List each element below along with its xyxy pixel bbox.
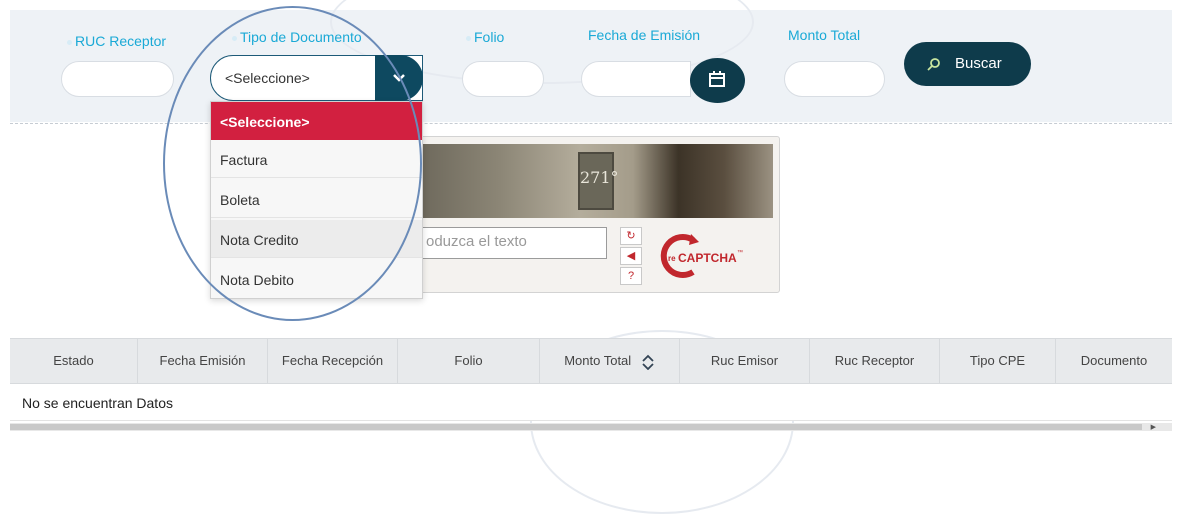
folio-input[interactable]	[462, 61, 544, 97]
table-header: Estado Fecha Emisión Fecha Recepción Fol…	[10, 338, 1172, 384]
option-seleccione[interactable]: <Seleccione>	[211, 102, 422, 140]
sort-icon	[642, 354, 654, 370]
column-documento[interactable]: Documento	[1056, 339, 1172, 383]
svg-text:™: ™	[737, 249, 743, 256]
chevron-down-icon	[393, 74, 405, 82]
divider	[10, 123, 1172, 124]
scroll-right-icon[interactable]: ▶	[1151, 423, 1156, 431]
tipo-documento-select[interactable]: <Seleccione>	[210, 55, 423, 101]
empty-message: No se encuentran Datos	[22, 395, 173, 411]
captcha-image-text: 271°	[578, 152, 619, 210]
help-icon: ?	[627, 270, 635, 282]
help-button[interactable]: ?	[620, 267, 642, 285]
column-monto-total[interactable]: Monto Total	[540, 339, 680, 383]
captcha-image: 271°	[423, 144, 773, 218]
column-ruc-emisor[interactable]: Ruc Emisor	[680, 339, 810, 383]
monto-total-input[interactable]	[784, 61, 885, 97]
option-nota-debito[interactable]: Nota Debito	[211, 260, 422, 298]
scrollbar-thumb[interactable]	[10, 424, 1142, 430]
dropdown-toggle-button[interactable]	[375, 55, 423, 101]
column-fecha-emision[interactable]: Fecha Emisión	[138, 339, 268, 383]
captcha-placeholder: oduzca el texto	[426, 233, 527, 250]
refresh-icon: ↻	[626, 230, 636, 242]
fecha-emision-input[interactable]	[581, 61, 691, 97]
search-icon	[927, 58, 940, 71]
audio-icon: ◀	[626, 250, 636, 262]
calendar-button[interactable]	[690, 58, 745, 103]
buscar-button[interactable]: Buscar	[904, 42, 1031, 86]
buscar-label: Buscar	[955, 55, 1002, 72]
monto-total-label: Monto Total	[788, 27, 861, 43]
column-fecha-recepcion[interactable]: Fecha Recepción	[268, 339, 398, 383]
tipo-documento-value: <Seleccione>	[225, 70, 310, 86]
column-tipo-cpe[interactable]: Tipo CPE	[940, 339, 1056, 383]
column-monto-total-label: Monto Total	[564, 353, 632, 368]
column-estado[interactable]: Estado	[10, 339, 138, 383]
ruc-receptor-label: RUC Receptor	[67, 33, 166, 49]
calendar-icon	[709, 71, 725, 87]
ruc-receptor-input[interactable]	[61, 61, 174, 97]
tipo-documento-dropdown: <Seleccione> Factura Boleta Nota Credito…	[210, 101, 423, 299]
table-empty-row: No se encuentran Datos	[10, 384, 1172, 421]
folio-label: Folio	[466, 29, 504, 45]
audio-button[interactable]: ◀	[620, 247, 642, 265]
option-factura[interactable]: Factura	[211, 140, 422, 178]
option-boleta[interactable]: Boleta	[211, 180, 422, 218]
tipo-documento-label: Tipo de Documento	[232, 29, 362, 45]
recaptcha-logo: re CAPTCHA ™	[657, 232, 757, 280]
column-ruc-receptor[interactable]: Ruc Receptor	[810, 339, 940, 383]
recaptcha-widget: 271° oduzca el texto ↻ ◀ ? re CAPTCHA ™	[412, 136, 780, 293]
captcha-input[interactable]: oduzca el texto	[421, 227, 607, 259]
svg-text:CAPTCHA: CAPTCHA	[678, 251, 737, 265]
column-folio[interactable]: Folio	[398, 339, 540, 383]
fecha-emision-label: Fecha de Emisión	[588, 27, 701, 43]
svg-text:re: re	[668, 254, 676, 263]
refresh-button[interactable]: ↻	[620, 227, 642, 245]
horizontal-scrollbar[interactable]: ▶	[10, 423, 1172, 431]
option-nota-credito[interactable]: Nota Credito	[211, 220, 422, 258]
